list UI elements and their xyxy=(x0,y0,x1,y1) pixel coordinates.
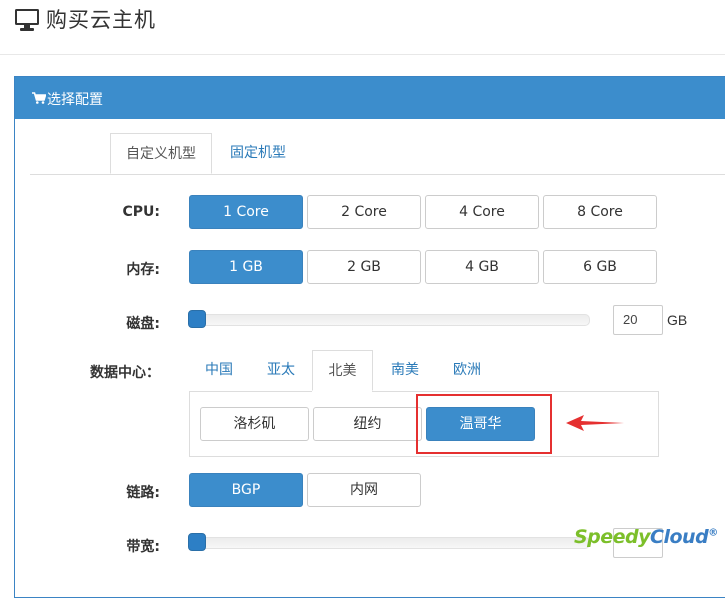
region-tab-asia-pacific[interactable]: 亚太 xyxy=(258,350,304,391)
cart-icon xyxy=(32,92,46,104)
tab-fixed-machine[interactable]: 固定机型 xyxy=(216,133,300,174)
cpu-option-1-core[interactable]: 1 Core xyxy=(189,195,303,229)
region-tab-south-america[interactable]: 南美 xyxy=(382,350,428,391)
speedycloud-watermark-logo: SpeedyCloud® xyxy=(574,526,718,548)
memory-label: 内存: xyxy=(126,262,160,278)
annotation-arrow-icon xyxy=(566,415,624,431)
memory-option-4gb[interactable]: 4 GB xyxy=(425,250,539,284)
bandwidth-label: 带宽: xyxy=(126,539,160,555)
bandwidth-slider-track[interactable] xyxy=(190,537,590,549)
tab-custom-machine[interactable]: 自定义机型 xyxy=(110,133,212,174)
page-title: 购买云主机 xyxy=(46,8,156,32)
city-option-new-york[interactable]: 纽约 xyxy=(313,407,422,441)
cpu-label: CPU: xyxy=(122,204,160,220)
cpu-option-4-core[interactable]: 4 Core xyxy=(425,195,539,229)
city-option-los-angeles[interactable]: 洛杉矶 xyxy=(200,407,309,441)
region-tab-north-america[interactable]: 北美 xyxy=(312,350,373,391)
network-option-intranet[interactable]: 内网 xyxy=(307,473,421,507)
disk-label: 磁盘: xyxy=(126,316,160,332)
disk-unit: GB xyxy=(667,312,688,328)
panel-title: 选择配置 xyxy=(47,92,103,108)
disk-slider-handle[interactable] xyxy=(188,310,206,328)
network-option-bgp[interactable]: BGP xyxy=(189,473,303,507)
region-tab-europe[interactable]: 欧洲 xyxy=(444,350,490,391)
datacenter-label: 数据中心： xyxy=(90,365,160,381)
panel-heading: 选择配置 xyxy=(15,77,725,119)
network-label: 链路: xyxy=(126,485,160,501)
monitor-icon xyxy=(15,9,39,31)
page-header: 购买云主机 xyxy=(0,0,725,55)
disk-slider-track[interactable] xyxy=(190,314,590,326)
memory-option-6gb[interactable]: 6 GB xyxy=(543,250,657,284)
annotation-highlight-box xyxy=(416,394,552,454)
cpu-option-8-core[interactable]: 8 Core xyxy=(543,195,657,229)
bandwidth-slider-handle[interactable] xyxy=(188,533,206,551)
memory-option-1gb[interactable]: 1 GB xyxy=(189,250,303,284)
region-tab-china[interactable]: 中国 xyxy=(196,350,242,391)
cpu-option-2-core[interactable]: 2 Core xyxy=(307,195,421,229)
memory-option-2gb[interactable]: 2 GB xyxy=(307,250,421,284)
disk-size-input[interactable]: 20 xyxy=(613,305,663,335)
